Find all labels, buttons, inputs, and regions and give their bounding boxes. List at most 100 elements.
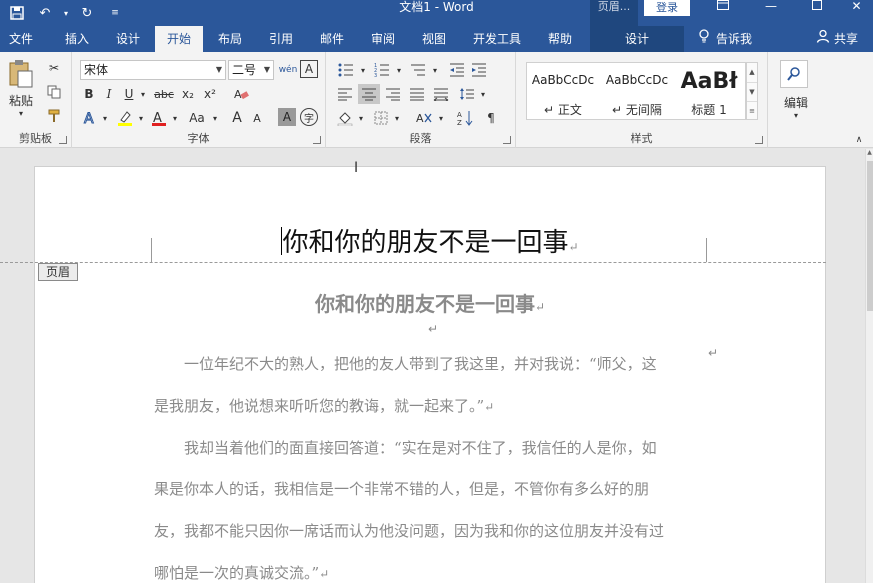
style-no-spacing[interactable]: AaBbCcDc ↵ 无间隔 bbox=[601, 63, 673, 119]
close-icon[interactable]: ✕ bbox=[840, 0, 873, 14]
styles-scroll-down-icon[interactable]: ▼ bbox=[747, 82, 757, 101]
char-shading-button[interactable]: A bbox=[278, 108, 296, 126]
bold-button[interactable]: B bbox=[80, 84, 98, 104]
font-color-icon[interactable]: A bbox=[148, 108, 170, 128]
align-center-icon[interactable] bbox=[358, 84, 380, 104]
ribbon-display-icon[interactable] bbox=[700, 0, 746, 14]
char-border-button[interactable]: A bbox=[300, 60, 318, 78]
format-painter-icon[interactable] bbox=[44, 106, 64, 126]
multilevel-list-icon[interactable] bbox=[406, 60, 430, 80]
increase-indent-icon[interactable] bbox=[468, 60, 490, 80]
font-size-combo[interactable]: 二号 ▼ bbox=[228, 60, 274, 80]
scroll-thumb[interactable] bbox=[867, 161, 873, 311]
vertical-scrollbar[interactable]: ▲ bbox=[865, 149, 873, 583]
clear-formatting-icon[interactable]: A bbox=[230, 84, 252, 104]
styles-scroll-up-icon[interactable]: ▲ bbox=[747, 63, 757, 82]
paragraph-launcher-icon[interactable] bbox=[503, 136, 511, 144]
subscript-button[interactable]: x₂ bbox=[178, 84, 198, 104]
font-size-dropdown-icon[interactable]: ▼ bbox=[264, 61, 270, 79]
align-right-icon[interactable] bbox=[382, 84, 404, 104]
sort-icon[interactable]: AZ bbox=[454, 108, 476, 128]
tab-insert[interactable]: 插入 bbox=[52, 26, 102, 52]
tab-view[interactable]: 视图 bbox=[410, 26, 458, 52]
document-heading[interactable]: 你和你的朋友不是一回事↵ bbox=[34, 288, 826, 317]
font-name-dropdown-icon[interactable]: ▼ bbox=[216, 61, 222, 79]
cut-icon[interactable]: ✂ bbox=[44, 58, 64, 78]
enclose-characters-button[interactable]: 字 bbox=[300, 108, 318, 126]
tab-file[interactable]: 文件 bbox=[0, 26, 42, 52]
tab-developer[interactable]: 开发工具 bbox=[464, 26, 530, 52]
show-marks-icon[interactable]: ¶ bbox=[480, 108, 502, 128]
phonetic-guide-button[interactable]: wén bbox=[278, 60, 298, 80]
change-case-button[interactable]: Aa bbox=[184, 108, 210, 128]
find-icon[interactable] bbox=[780, 60, 808, 88]
font-name-combo[interactable]: 宋体 ▼ bbox=[80, 60, 226, 80]
minimize-icon[interactable]: — bbox=[748, 0, 794, 14]
body-line-3[interactable]: 我却当着他们的面直接回答道：“实在是对不住了，我信任的人是你，如 bbox=[154, 437, 714, 458]
chinese-layout-icon[interactable]: A bbox=[412, 108, 436, 128]
style-heading-1[interactable]: AaBł 标题 1 bbox=[673, 63, 745, 119]
tab-review[interactable]: 审阅 bbox=[358, 26, 408, 52]
highlight-dropdown-icon[interactable]: ▾ bbox=[136, 108, 146, 128]
grow-font-button[interactable]: A bbox=[228, 108, 246, 128]
numbering-icon[interactable]: 123 bbox=[370, 60, 394, 80]
borders-icon[interactable] bbox=[370, 108, 392, 128]
body-line-1[interactable]: 一位年纪不大的熟人，把他的友人带到了我这里，并对我说：“师父，这 bbox=[154, 353, 714, 374]
clipboard-launcher-icon[interactable] bbox=[59, 136, 67, 144]
highlight-color-icon[interactable] bbox=[114, 108, 136, 128]
shading-dropdown-icon[interactable]: ▾ bbox=[356, 108, 366, 128]
login-button[interactable]: 登录 bbox=[644, 0, 690, 16]
distributed-icon[interactable] bbox=[430, 84, 452, 104]
tab-help[interactable]: 帮助 bbox=[536, 26, 584, 52]
strikethrough-button[interactable]: abc bbox=[152, 84, 176, 104]
share-button[interactable]: 共享 bbox=[816, 26, 858, 52]
tab-design[interactable]: 设计 bbox=[104, 26, 152, 52]
italic-button[interactable]: I bbox=[100, 84, 118, 104]
tab-header-footer-design[interactable]: 设计 bbox=[590, 26, 684, 52]
underline-dropdown-icon[interactable]: ▾ bbox=[138, 84, 148, 104]
numbering-dropdown-icon[interactable]: ▾ bbox=[394, 60, 404, 80]
tab-mailings[interactable]: 邮件 bbox=[308, 26, 356, 52]
shading-icon[interactable] bbox=[334, 108, 356, 128]
body-line-6[interactable]: 哪怕是一次的真诚交流。”↵ bbox=[154, 562, 714, 583]
tab-references[interactable]: 引用 bbox=[256, 26, 306, 52]
paste-button[interactable]: 粘贴 ▾ bbox=[4, 58, 38, 118]
borders-dropdown-icon[interactable]: ▾ bbox=[392, 108, 402, 128]
multilevel-dropdown-icon[interactable]: ▾ bbox=[430, 60, 440, 80]
text-effects-icon[interactable]: A bbox=[80, 108, 100, 128]
font-launcher-icon[interactable] bbox=[313, 136, 321, 144]
chinese-layout-dropdown-icon[interactable]: ▾ bbox=[436, 108, 446, 128]
style-normal[interactable]: AaBbCcDc ↵ 正文 bbox=[527, 63, 599, 119]
styles-more-icon[interactable]: ≡ bbox=[747, 101, 757, 119]
maximize-icon[interactable] bbox=[794, 0, 840, 14]
styles-launcher-icon[interactable] bbox=[755, 136, 763, 144]
bullets-icon[interactable] bbox=[334, 60, 358, 80]
underline-button[interactable]: U bbox=[120, 84, 138, 104]
collapse-ribbon-icon[interactable]: ∧ bbox=[852, 130, 866, 150]
paste-dropdown-icon[interactable]: ▾ bbox=[19, 109, 23, 118]
header-text[interactable]: 你和你的朋友不是一回事↵ bbox=[150, 222, 710, 259]
body-line-2[interactable]: 是我朋友，他说想来听听您的教诲，就一起来了。”↵ bbox=[154, 395, 714, 416]
tell-me-box[interactable]: 告诉我 bbox=[698, 26, 752, 52]
copy-icon[interactable] bbox=[44, 82, 64, 102]
text-effects-dropdown-icon[interactable]: ▾ bbox=[100, 108, 110, 128]
tab-layout[interactable]: 布局 bbox=[206, 26, 254, 52]
scroll-up-icon[interactable]: ▲ bbox=[866, 149, 873, 156]
style-no-spacing-sample: AaBbCcDc bbox=[605, 73, 669, 87]
editing-button[interactable]: 编辑 ▾ bbox=[772, 92, 820, 122]
decrease-indent-icon[interactable] bbox=[446, 60, 468, 80]
body-line-5[interactable]: 友，我都不能只因你一席话而认为他没问题，因为我和你的这位朋友并没有过 bbox=[154, 520, 714, 541]
shrink-font-button[interactable]: A bbox=[248, 108, 266, 128]
tab-home[interactable]: 开始 bbox=[155, 26, 203, 52]
line-spacing-icon[interactable] bbox=[456, 84, 478, 104]
superscript-button[interactable]: x² bbox=[200, 84, 220, 104]
bullets-dropdown-icon[interactable]: ▾ bbox=[358, 60, 368, 80]
font-color-dropdown-icon[interactable]: ▾ bbox=[170, 108, 180, 128]
line-spacing-dropdown-icon[interactable]: ▾ bbox=[478, 84, 488, 104]
align-left-icon[interactable] bbox=[334, 84, 356, 104]
justify-icon[interactable] bbox=[406, 84, 428, 104]
styles-gallery: AaBbCcDc ↵ 正文 AaBbCcDc ↵ 无间隔 AaBł 标题 1 bbox=[526, 62, 746, 120]
change-case-dropdown-icon[interactable]: ▾ bbox=[210, 108, 220, 128]
styles-scroll[interactable]: ▲ ▼ ≡ bbox=[746, 62, 758, 120]
body-line-4[interactable]: 果是你本人的话，我相信是一个非常不错的人，但是，不管你有多么好的朋 bbox=[154, 478, 714, 499]
